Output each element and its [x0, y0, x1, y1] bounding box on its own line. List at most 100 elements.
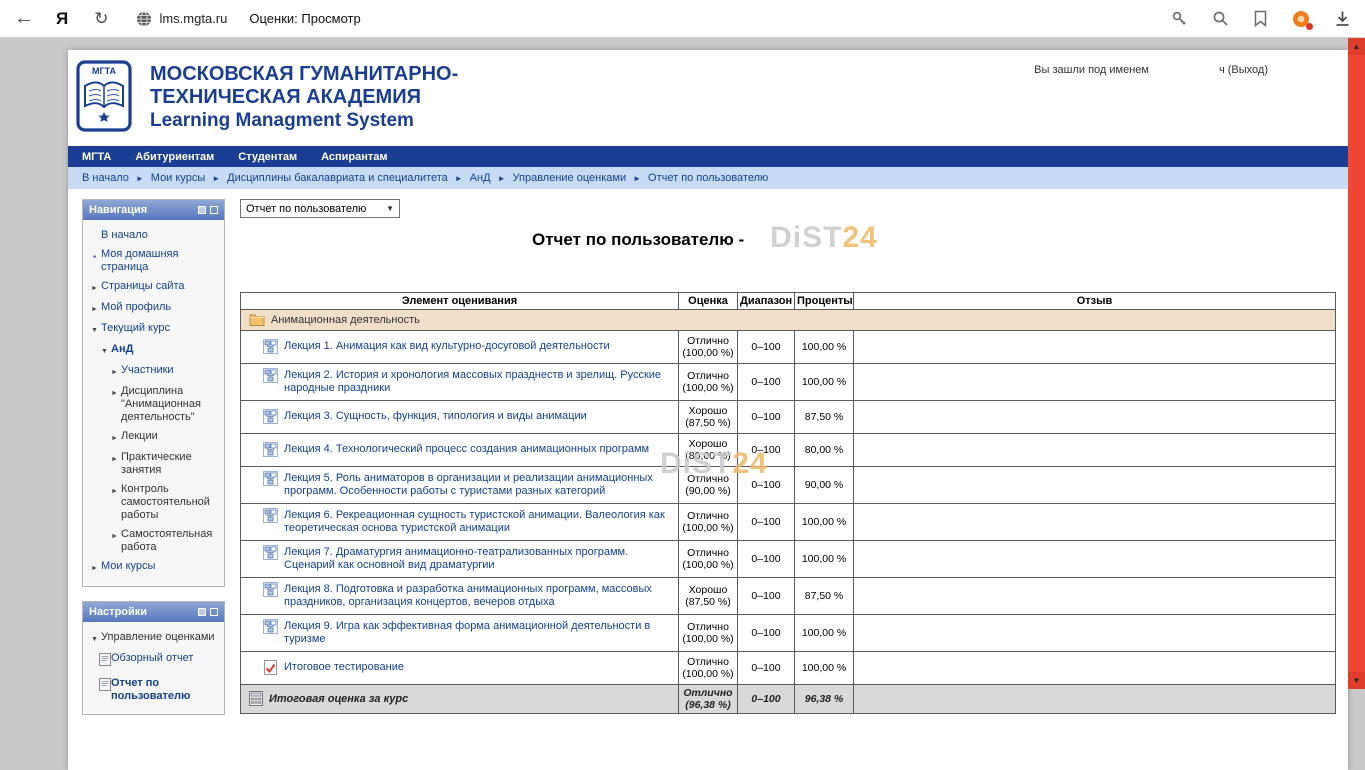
logout-link[interactable]: ч (Выход) — [1219, 64, 1268, 76]
expand-arrow-icon[interactable]: ► — [108, 430, 121, 445]
navigation-item[interactable]: ►Лекции — [86, 427, 221, 448]
navigation-item[interactable]: ►Мой профиль — [86, 298, 221, 319]
login-info: Вы зашли под именем ч (Выход) — [1034, 64, 1268, 76]
navigation-item[interactable]: ▪Моя домашняя страница — [86, 245, 221, 277]
grade-item-link[interactable]: Лекция 2. История и хронология массовых … — [284, 369, 672, 395]
grade-row: Лекция 7. Драматургия анимационно-театра… — [241, 541, 1336, 578]
navigation-item[interactable]: В начало — [86, 226, 221, 245]
expand-arrow-icon[interactable]: ► — [88, 280, 101, 295]
extension-icon[interactable] — [1292, 10, 1310, 28]
expand-arrow-icon[interactable]: ► — [108, 364, 121, 379]
nav-item-2[interactable]: Студентам — [238, 151, 297, 163]
grade-feedback — [854, 504, 1336, 541]
block-move-icon[interactable] — [198, 608, 206, 616]
mgta-logo[interactable]: МГТА — [76, 60, 132, 137]
breadcrumb-link[interactable]: Управление оценками — [513, 172, 627, 184]
back-icon[interactable]: ← — [14, 7, 34, 30]
block-collapse-icon[interactable] — [210, 206, 218, 214]
grade-item-link[interactable]: Лекция 4. Технологический процесс создан… — [284, 443, 649, 456]
grade-item-link[interactable]: Лекция 6. Рекреационная сущность туристс… — [284, 509, 672, 535]
block-move-icon[interactable] — [198, 206, 206, 214]
block-collapse-icon[interactable] — [210, 608, 218, 616]
breadcrumb-link[interactable]: В начало — [82, 172, 129, 184]
grade-range: 0–100 — [738, 331, 795, 364]
settings-item-label[interactable]: Обзорный отчет — [111, 652, 193, 665]
password-key-icon[interactable] — [1171, 10, 1188, 27]
navigation-item-label[interactable]: Участники — [121, 364, 174, 377]
breadcrumb-link[interactable]: Мои курсы — [151, 172, 205, 184]
settings-block-header: Настройки — [83, 602, 224, 622]
expand-arrow-icon[interactable]: ► — [88, 560, 101, 575]
address-bar[interactable]: lms.mgta.ru — [136, 11, 227, 27]
scroll-down-icon[interactable]: ▼ — [1348, 672, 1365, 689]
grade-item-link[interactable]: Лекция 8. Подготовка и разработка анимац… — [284, 583, 672, 609]
navigation-item-label[interactable]: Мой профиль — [101, 301, 171, 314]
navigation-item[interactable]: ▼АнД — [86, 340, 221, 361]
grade-range: 0–100 — [738, 652, 795, 685]
navigation-item-label[interactable]: В начало — [101, 229, 148, 242]
bookmark-icon[interactable] — [1253, 10, 1268, 27]
expand-arrow-icon[interactable]: ► — [88, 301, 101, 316]
collapse-arrow-icon[interactable]: ▼ — [88, 631, 101, 646]
navigation-item[interactable]: ►Мои курсы — [86, 557, 221, 578]
navigation-item-label: Самостоятельная работа — [121, 528, 219, 554]
settings-item[interactable]: Отчет по пользователю — [86, 674, 221, 706]
bullet-icon: ▪ — [88, 248, 101, 263]
nav-item-1[interactable]: Абитуриентам — [135, 151, 214, 163]
breadcrumb-link[interactable]: Отчет по пользователю — [648, 172, 768, 184]
navigation-item[interactable]: ►Участники — [86, 361, 221, 382]
settings-item[interactable]: Обзорный отчет — [86, 649, 221, 674]
grade-item-link[interactable]: Итоговое тестирование — [284, 661, 404, 674]
navigation-item[interactable]: ►Дисциплина "Анимационная деятельность" — [86, 382, 221, 427]
category-row: Анимационная деятельность — [241, 310, 1336, 331]
settings-item[interactable]: ▼Управление оценками — [86, 628, 221, 649]
navigation-item[interactable]: ►Практические занятия — [86, 448, 221, 480]
report-type-select[interactable]: Отчет по пользователю ▼ — [240, 199, 400, 218]
search-icon[interactable] — [1212, 10, 1229, 27]
navigation-item-label: Практические занятия — [121, 451, 219, 477]
col-header-item: Элемент оценивания — [241, 293, 679, 310]
refresh-icon[interactable]: ↻ — [94, 9, 108, 29]
grade-row: Лекция 8. Подготовка и разработка анимац… — [241, 578, 1336, 615]
navigation-item-label[interactable]: Текущий курс — [101, 322, 170, 335]
grade-row: Лекция 1. Анимация как вид культурно-дос… — [241, 331, 1336, 364]
download-icon[interactable] — [1334, 10, 1351, 27]
globe-icon — [136, 11, 152, 27]
navigation-item[interactable]: ►Самостоятельная работа — [86, 525, 221, 557]
page-scrollbar[interactable]: ▲ ▼ — [1348, 38, 1365, 689]
breadcrumb-link[interactable]: Дисциплины бакалавриата и специалитета — [227, 172, 448, 184]
grade-row: Лекция 4. Технологический процесс создан… — [241, 434, 1336, 467]
settings-tree: ▼Управление оценками Обзорный отчет Отчет … — [83, 622, 224, 714]
breadcrumb: В начало►Мои курсы►Дисциплины бакалавриа… — [68, 167, 1348, 189]
grade-feedback — [854, 331, 1336, 364]
grade-item-link[interactable]: Лекция 7. Драматургия анимационно-театра… — [284, 546, 672, 572]
scrollbar-thumb[interactable] — [1348, 55, 1365, 305]
yandex-logo[interactable]: Я — [56, 9, 68, 29]
collapse-arrow-icon[interactable]: ▼ — [98, 343, 111, 358]
grade-item-link[interactable]: Лекция 3. Сущность, функция, типология и… — [284, 410, 587, 423]
expand-arrow-icon[interactable]: ► — [108, 483, 121, 498]
expand-arrow-icon[interactable]: ► — [108, 385, 121, 400]
nav-item-0[interactable]: МГТА — [82, 151, 111, 163]
settings-block-title: Настройки — [89, 606, 147, 618]
expand-arrow-icon[interactable]: ► — [108, 451, 121, 466]
navigation-item[interactable]: ►Контроль самостоятельной работы — [86, 480, 221, 525]
navigation-item[interactable]: ▼Текущий курс — [86, 319, 221, 340]
expand-arrow-icon[interactable]: ► — [108, 528, 121, 543]
scroll-up-icon[interactable]: ▲ — [1348, 38, 1365, 55]
navigation-item-label[interactable]: Страницы сайта — [101, 280, 185, 293]
grade-percent: 87,50 % — [795, 401, 854, 434]
navigation-item-label[interactable]: Мои курсы — [101, 560, 155, 573]
nav-item-3[interactable]: Аспирантам — [321, 151, 387, 163]
collapse-arrow-icon[interactable]: ▼ — [88, 322, 101, 337]
grade-item-link[interactable]: Лекция 5. Роль аниматоров в организации … — [284, 472, 672, 498]
grade-item-link[interactable]: Лекция 1. Анимация как вид культурно-дос… — [284, 340, 610, 353]
navigation-item-label[interactable]: Моя домашняя страница — [101, 248, 219, 274]
site-title-line2: ТЕХНИЧЕСКАЯ АКАДЕМИЯ — [150, 86, 1348, 109]
navigation-item[interactable]: ►Страницы сайта — [86, 277, 221, 298]
grade-item-link[interactable]: Лекция 9. Игра как эффективная форма ани… — [284, 620, 672, 646]
navigation-item-label[interactable]: АнД — [111, 343, 133, 356]
table-header-row: Элемент оценивания Оценка Диапазон Проце… — [241, 293, 1336, 310]
settings-item-label[interactable]: Отчет по пользователю — [111, 677, 219, 703]
breadcrumb-link[interactable]: АнД — [470, 172, 491, 184]
